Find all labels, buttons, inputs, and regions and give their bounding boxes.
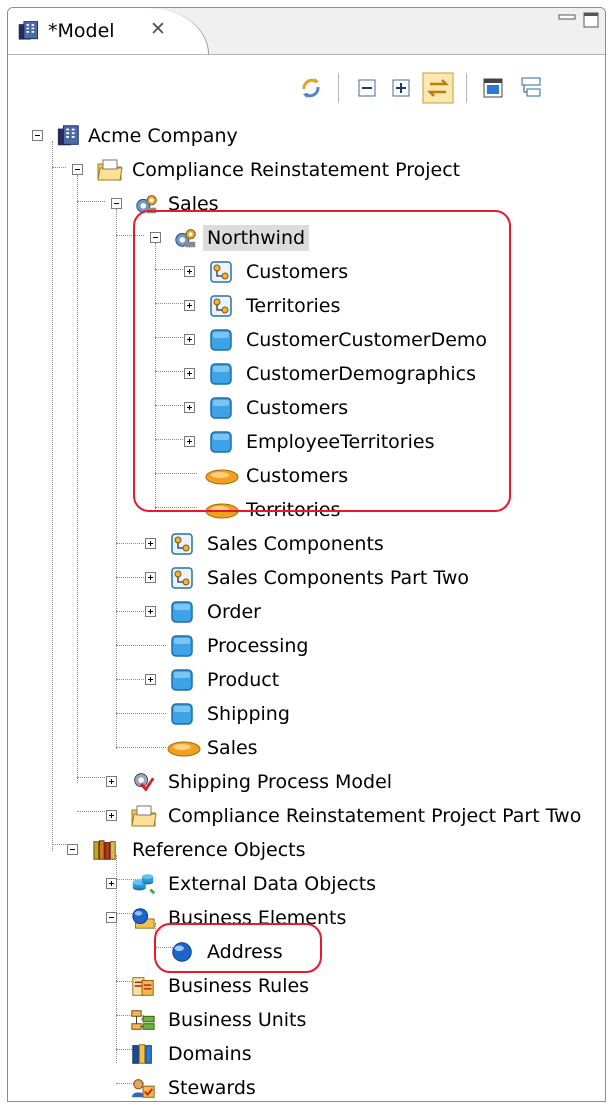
tree-node[interactable]: Domains <box>8 1040 605 1070</box>
close-icon[interactable]: ✕ <box>150 18 166 40</box>
link-with-editor-icon[interactable] <box>422 72 454 104</box>
node-label: Acme Company <box>88 125 238 147</box>
node-label: Stewards <box>168 1077 256 1099</box>
view-icon <box>169 566 195 590</box>
expand-toggle[interactable] <box>145 606 156 617</box>
tree-node[interactable]: Business Units <box>8 1006 605 1036</box>
expand-toggle[interactable] <box>106 776 117 787</box>
model-view: *Model ✕ Acme Company Compliance Reinsta… <box>7 7 606 1102</box>
node-label: Product <box>207 669 280 691</box>
tree-node[interactable]: External Data Objects <box>8 870 605 900</box>
collapse-all-icon[interactable] <box>354 75 380 101</box>
business-units-icon <box>130 1008 156 1032</box>
expand-toggle[interactable] <box>145 674 156 685</box>
library-icon <box>92 838 118 862</box>
tree-layout-icon[interactable] <box>518 75 544 101</box>
table-icon <box>169 600 195 624</box>
node-label: Shipping <box>207 703 290 725</box>
minimize-icon[interactable] <box>558 12 576 22</box>
table-icon <box>169 668 195 692</box>
node-label: Compliance Reinstatement Project <box>132 159 461 181</box>
node-label: Business Units <box>168 1009 307 1031</box>
node-label: Sales Components <box>207 533 384 555</box>
business-rules-icon <box>130 974 156 998</box>
stewards-icon <box>130 1076 156 1100</box>
node-label: Domains <box>168 1043 252 1065</box>
node-label: Reference Objects <box>132 839 306 861</box>
tree-node-shipping-process-model[interactable]: Shipping Process Model <box>8 768 605 798</box>
tree-node[interactable]: Shipping <box>8 700 605 730</box>
model-icon <box>17 20 41 42</box>
tree-node[interactable]: Sales Components Part Two <box>8 564 605 594</box>
tree-node-project[interactable]: Compliance Reinstatement Project <box>8 156 605 186</box>
tree-node[interactable]: Stewards <box>8 1074 605 1101</box>
highlight-annotation <box>154 923 322 973</box>
collapse-toggle[interactable] <box>32 130 43 141</box>
tree-node[interactable]: Product <box>8 666 605 696</box>
tab-bar: *Model ✕ <box>8 8 605 54</box>
company-icon <box>56 124 82 148</box>
domains-icon <box>130 1042 156 1066</box>
expand-all-icon[interactable] <box>388 75 414 101</box>
view-icon <box>169 532 195 556</box>
toolbar-separator <box>338 73 339 103</box>
expand-toggle[interactable] <box>106 810 117 821</box>
tree-node[interactable]: Business Rules <box>8 972 605 1002</box>
node-label: Processing <box>207 635 309 657</box>
collapse-toggle[interactable] <box>72 164 83 175</box>
expand-toggle[interactable] <box>145 538 156 549</box>
expand-toggle[interactable] <box>106 878 117 889</box>
collapse-toggle[interactable] <box>106 912 117 923</box>
tree-node[interactable]: Sales <box>8 734 605 764</box>
node-label: Order <box>207 601 261 623</box>
expand-toggle[interactable] <box>145 572 156 583</box>
tree-node[interactable]: Processing <box>8 632 605 662</box>
process-model-icon <box>130 770 156 794</box>
node-label: Business Rules <box>168 975 310 997</box>
database-icon <box>130 872 156 896</box>
node-label: Compliance Reinstatement Project Part Tw… <box>168 805 582 827</box>
node-label: Sales Components Part Two <box>207 567 470 589</box>
tree-node-project-part-two[interactable]: Compliance Reinstatement Project Part Tw… <box>8 802 605 832</box>
tree-node[interactable]: Sales Components <box>8 530 605 560</box>
node-label: External Data Objects <box>168 873 377 895</box>
node-label: Shipping Process Model <box>168 771 393 793</box>
tab-title: *Model <box>48 20 115 42</box>
toolbar <box>8 54 605 115</box>
collapse-toggle[interactable] <box>67 844 78 855</box>
table-icon <box>169 634 195 658</box>
view-menu-icon[interactable] <box>480 75 506 101</box>
table-icon <box>169 702 195 726</box>
node-label: Sales <box>207 737 258 759</box>
tree-node-reference-objects[interactable]: Reference Objects <box>8 836 605 866</box>
tab-model[interactable]: *Model ✕ <box>8 8 209 54</box>
maximize-icon[interactable] <box>583 12 599 28</box>
toolbar-separator <box>466 73 467 103</box>
project-folder-icon <box>96 158 124 182</box>
tree-node-acme-company[interactable]: Acme Company <box>8 122 605 152</box>
sync-icon[interactable] <box>298 75 324 101</box>
project-folder-icon <box>130 804 158 828</box>
entity-icon <box>166 738 202 758</box>
collapse-toggle[interactable] <box>111 198 122 209</box>
business-elements-icon <box>130 906 156 930</box>
highlight-annotation <box>133 210 511 512</box>
tree-node[interactable]: Order <box>8 598 605 628</box>
